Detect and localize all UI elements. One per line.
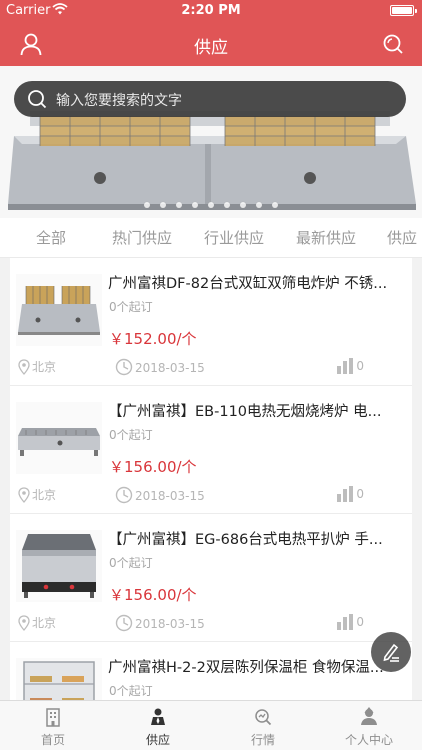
bar-chart-icon [337, 614, 354, 630]
location-text: 北京 [32, 488, 57, 502]
bar-chart-icon [337, 486, 354, 502]
list-item[interactable]: 【广州富祺】EB-110电热无烟烧烤炉 电... 0个起订 ￥156.00/个 … [10, 386, 412, 514]
person-icon [151, 708, 165, 725]
location-pin-icon [18, 487, 30, 503]
bar-chart-icon [337, 358, 354, 374]
tabbar-home[interactable]: 首页 [0, 701, 106, 750]
search-placeholder: 输入您要搜索的文字 [56, 93, 182, 109]
search-input[interactable]: 输入您要搜索的文字 [14, 81, 406, 117]
supply-list: 广州富祺DF-82台式双缸双筛电炸炉 不锈... 0个起订 ￥152.00/个 … [10, 258, 412, 700]
building-icon [46, 708, 60, 727]
product-price: ￥156.00/个 [109, 458, 197, 476]
profile-icon [361, 707, 377, 725]
banner-carousel[interactable]: 输入您要搜索的文字 [0, 66, 422, 218]
location: 北京 [18, 486, 56, 503]
carousel-dots [0, 193, 422, 212]
location-pin-icon [18, 615, 30, 631]
tab-industry-supply[interactable]: 行业供应 [204, 227, 264, 248]
tab-hot-supply[interactable]: 热门供应 [112, 227, 172, 248]
carousel-dot[interactable] [208, 202, 214, 208]
list-item[interactable]: 【广州富祺】EG-686台式电热平扒炉 手... 0个起订 ￥156.00/个 … [10, 514, 412, 642]
publish-button[interactable] [371, 632, 411, 672]
location: 北京 [18, 614, 56, 631]
product-image-fryer [16, 274, 102, 346]
battery-icon [390, 5, 417, 16]
date-text: 2018-03-15 [135, 361, 205, 375]
product-image-griddle [16, 530, 102, 602]
search-icon[interactable] [380, 31, 406, 57]
clock-icon [115, 358, 133, 376]
view-count: 0 [336, 614, 364, 630]
post-date: 2018-03-15 [115, 614, 205, 632]
tabbar-label: 行情 [250, 733, 275, 747]
product-price: ￥156.00/个 [109, 586, 197, 604]
product-price: ￥152.00/个 [109, 330, 197, 348]
bottom-tab-bar: 首页 供应 行情 个人中心 [0, 700, 422, 750]
date-text: 2018-03-15 [135, 617, 205, 631]
list-item[interactable]: 广州富祺DF-82台式双缸双筛电炸炉 不锈... 0个起订 ￥152.00/个 … [10, 258, 412, 386]
tabbar-profile[interactable]: 个人中心 [316, 701, 422, 750]
view-count: 0 [336, 486, 364, 502]
product-image-warming-cabinet [16, 658, 102, 700]
carousel-dot[interactable] [240, 202, 246, 208]
product-name: 【广州富祺】EG-686台式电热平扒炉 手... [108, 532, 383, 548]
min-order: 0个起订 [109, 556, 153, 570]
market-icon [255, 709, 272, 726]
tabbar-label: 首页 [40, 733, 65, 747]
tabbar-label: 个人中心 [344, 733, 393, 747]
nav-bar: 供应 [0, 22, 422, 66]
location-text: 北京 [32, 616, 57, 630]
view-count-text: 0 [356, 487, 364, 501]
date-text: 2018-03-15 [135, 489, 205, 503]
view-count-text: 0 [356, 359, 364, 373]
product-name: 广州富祺DF-82台式双缸双筛电炸炉 不锈... [108, 276, 388, 292]
min-order: 0个起订 [109, 684, 153, 698]
tabbar-market[interactable]: 行情 [210, 701, 316, 750]
tab-all[interactable]: 全部 [36, 227, 66, 248]
post-date: 2018-03-15 [115, 486, 205, 504]
page-title: 供应 [194, 38, 228, 58]
product-name: 广州富祺H-2-2双层陈列保温柜 食物保温... [108, 660, 384, 676]
min-order: 0个起订 [109, 300, 153, 314]
carousel-dot[interactable] [176, 202, 182, 208]
carousel-dot[interactable] [272, 202, 278, 208]
post-date: 2018-03-15 [115, 358, 205, 376]
carousel-dot[interactable] [192, 202, 198, 208]
status-bar: Carrier 2:20 PM [0, 0, 422, 22]
tabbar-supply[interactable]: 供应 [105, 701, 211, 750]
location-text: 北京 [32, 360, 57, 374]
product-name: 【广州富祺】EB-110电热无烟烧烤炉 电... [108, 404, 382, 420]
clock-icon [115, 486, 133, 504]
carousel-dot[interactable] [144, 202, 150, 208]
product-image-grill [16, 402, 102, 474]
category-tabs: 全部 热门供应 行业供应 最新供应 供应 [0, 218, 422, 258]
view-count-text: 0 [356, 615, 364, 629]
tab-supply-more[interactable]: 供应 [387, 227, 417, 248]
carousel-dot[interactable] [160, 202, 166, 208]
tabbar-label: 供应 [145, 733, 170, 747]
carousel-dot[interactable] [256, 202, 262, 208]
clock: 2:20 PM [181, 3, 241, 18]
min-order: 0个起订 [109, 428, 153, 442]
clock-icon [115, 614, 133, 632]
tab-latest-supply[interactable]: 最新供应 [296, 227, 356, 248]
view-count: 0 [336, 358, 364, 374]
location: 北京 [18, 358, 56, 375]
list-item[interactable]: 广州富祺H-2-2双层陈列保温柜 食物保温... 0个起订 [10, 642, 412, 700]
carousel-dot[interactable] [224, 202, 230, 208]
search-icon [26, 88, 48, 114]
edit-icon [383, 643, 399, 662]
location-pin-icon [18, 359, 30, 375]
